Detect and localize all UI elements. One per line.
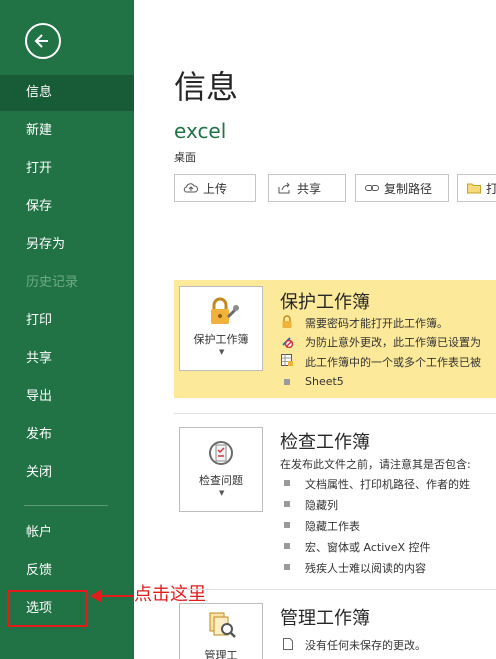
bullet bbox=[284, 501, 290, 507]
inspect-item: 隐藏列 bbox=[305, 499, 338, 512]
share-icon bbox=[277, 181, 293, 195]
nav-save-as[interactable]: 另存为 bbox=[0, 227, 134, 263]
inspect-item: 隐藏工作表 bbox=[305, 520, 360, 533]
nav-print[interactable]: 打印 bbox=[0, 303, 134, 339]
nav-info[interactable]: 信息 bbox=[0, 75, 134, 111]
options-highlight-box bbox=[7, 590, 87, 627]
share-label: 共享 bbox=[297, 181, 322, 196]
inspect-item: 文档属性、打印机路径、作者的姓 bbox=[305, 478, 470, 491]
protect-line-final: 为防止意外更改，此工作簿已设置为 bbox=[305, 336, 481, 349]
no-edit-icon bbox=[282, 337, 294, 348]
protect-sheet-name: Sheet5 bbox=[305, 375, 344, 388]
bullet bbox=[284, 564, 290, 570]
bullet bbox=[284, 543, 290, 549]
sidebar-divider bbox=[24, 505, 108, 506]
inspect-workbook-title: 检查工作簿 bbox=[280, 432, 370, 453]
manage-line: 没有任何未保存的更改。 bbox=[305, 639, 426, 652]
sheet-lock-icon bbox=[281, 354, 293, 366]
nav-new[interactable]: 新建 bbox=[0, 113, 134, 149]
protect-line-sheets: 此工作簿中的一个或多个工作表已被 bbox=[305, 356, 481, 369]
bullet bbox=[284, 522, 290, 528]
back-button[interactable] bbox=[25, 23, 61, 59]
open-location-label: 打 bbox=[486, 181, 496, 196]
manage-workbook-button[interactable]: 管理工 bbox=[179, 603, 263, 659]
bullet bbox=[284, 379, 290, 385]
nav-publish[interactable]: 发布 bbox=[0, 417, 134, 453]
upload-button[interactable]: 上传 bbox=[174, 174, 256, 202]
section-divider bbox=[174, 413, 496, 414]
inspect-item: 残疾人士难以阅读的内容 bbox=[305, 562, 426, 575]
nav-share[interactable]: 共享 bbox=[0, 341, 134, 377]
annotation-arrow-icon bbox=[90, 589, 134, 603]
inspect-document-icon bbox=[209, 441, 233, 465]
bullet bbox=[284, 480, 290, 486]
copy-path-button[interactable]: 复制路径 bbox=[355, 174, 449, 202]
nav-close[interactable]: 关闭 bbox=[0, 455, 134, 491]
file-location: 桌面 bbox=[174, 151, 196, 164]
page-title: 信息 bbox=[174, 68, 239, 106]
manage-versions-icon bbox=[209, 612, 236, 638]
check-issues-button[interactable]: 检查问题 ▼ bbox=[179, 427, 263, 512]
upload-icon bbox=[183, 181, 199, 195]
protect-line-password: 需要密码才能打开此工作簿。 bbox=[305, 317, 448, 330]
manage-workbook-button-label: 管理工 bbox=[204, 649, 238, 659]
nav-save[interactable]: 保存 bbox=[0, 189, 134, 225]
nav-export[interactable]: 导出 bbox=[0, 379, 134, 415]
folder-icon bbox=[466, 181, 482, 195]
nav-history: 历史记录 bbox=[26, 275, 79, 290]
document-icon bbox=[283, 638, 293, 650]
copy-path-label: 复制路径 bbox=[384, 181, 433, 196]
share-button[interactable]: 共享 bbox=[268, 174, 346, 202]
open-location-button[interactable]: 打 bbox=[457, 174, 496, 202]
lock-icon bbox=[282, 315, 292, 328]
back-arrow-icon bbox=[34, 34, 48, 48]
protect-workbook-button-label: 保护工作簿 bbox=[193, 333, 249, 346]
nav-account[interactable]: 帐户 bbox=[0, 515, 134, 551]
section-divider bbox=[174, 589, 496, 590]
protect-workbook-button[interactable]: 保护工作簿 ▼ bbox=[179, 286, 263, 371]
nav-open[interactable]: 打开 bbox=[0, 151, 134, 187]
manage-workbook-title: 管理工作簿 bbox=[280, 608, 370, 629]
file-name: excel bbox=[174, 119, 227, 143]
chevron-down-icon: ▼ bbox=[219, 489, 225, 497]
inspect-intro: 在发布此文件之前，请注意其是否包含: bbox=[280, 458, 471, 471]
chevron-down-icon: ▼ bbox=[219, 348, 225, 356]
upload-label: 上传 bbox=[203, 181, 228, 196]
protect-workbook-title: 保护工作簿 bbox=[280, 292, 370, 313]
link-icon bbox=[364, 181, 380, 195]
lock-key-icon bbox=[211, 297, 239, 324]
inspect-item: 宏、窗体或 ActiveX 控件 bbox=[305, 541, 431, 554]
nav-feedback[interactable]: 反馈 bbox=[0, 553, 134, 589]
backstage-sidebar: 信息 新建 打开 保存 另存为 历史记录 打印 共享 导出 发布 关闭 帐户 反… bbox=[0, 0, 134, 659]
check-issues-button-label: 检查问题 bbox=[199, 474, 243, 487]
